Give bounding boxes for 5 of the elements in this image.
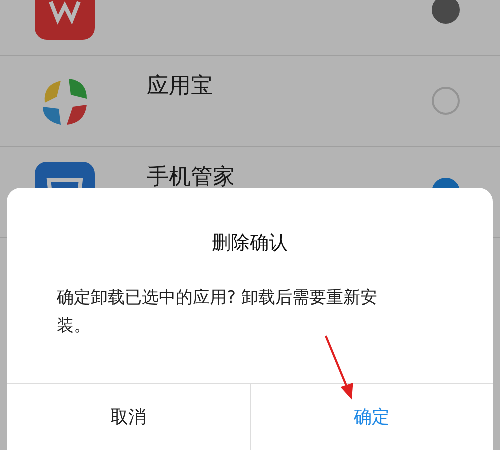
dialog-title: 删除确认: [211, 231, 289, 256]
checkbox[interactable]: [432, 0, 460, 24]
app-name: 应用宝: [147, 73, 214, 101]
dialog-message: 确定卸载已选中的应用? 卸载后需要重新安装。: [57, 287, 378, 338]
app-name: 手机管家: [147, 164, 236, 192]
